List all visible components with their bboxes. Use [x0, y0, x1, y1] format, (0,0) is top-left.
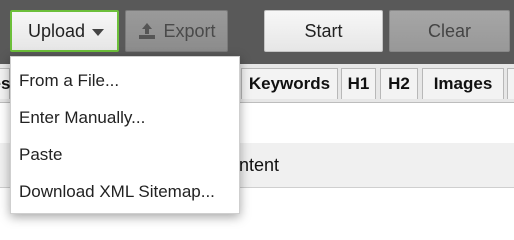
tab-partial[interactable]: es [0, 68, 10, 99]
tab-images[interactable]: Images [422, 68, 504, 99]
tab-label: Images [433, 74, 493, 93]
toolbar: Upload Export Start Clear [0, 0, 514, 64]
tab-h2[interactable]: H2 [380, 68, 418, 99]
upload-button-label: Upload [27, 20, 86, 41]
start-button[interactable]: Start [264, 10, 383, 52]
export-button-label: Export [163, 20, 216, 41]
tab-overflow[interactable] [507, 68, 514, 99]
column-header-content[interactable]: ntent [239, 155, 279, 176]
menu-item-paste[interactable]: Paste [11, 136, 239, 173]
clear-button-label: Clear [427, 20, 471, 41]
menu-item-download-xml-sitemap[interactable]: Download XML Sitemap... [11, 173, 239, 210]
start-button-label: Start [304, 20, 343, 41]
clear-button[interactable]: Clear [389, 10, 510, 52]
chevron-down-icon [92, 29, 104, 36]
upload-dropdown-menu: From a File... Enter Manually... Paste D… [10, 56, 240, 214]
tab-label: Keywords [248, 74, 331, 93]
tab-label: H1 [347, 74, 370, 93]
upload-tray-icon [137, 21, 157, 41]
tab-h1[interactable]: H1 [341, 68, 376, 99]
tab-keywords[interactable]: Keywords [241, 68, 338, 99]
tab-label: H2 [388, 74, 410, 93]
menu-item-enter-manually[interactable]: Enter Manually... [11, 99, 239, 136]
export-button[interactable]: Export [125, 10, 228, 52]
menu-item-from-file[interactable]: From a File... [11, 62, 239, 99]
upload-button[interactable]: Upload [10, 10, 119, 52]
tab-label: es [0, 74, 11, 93]
